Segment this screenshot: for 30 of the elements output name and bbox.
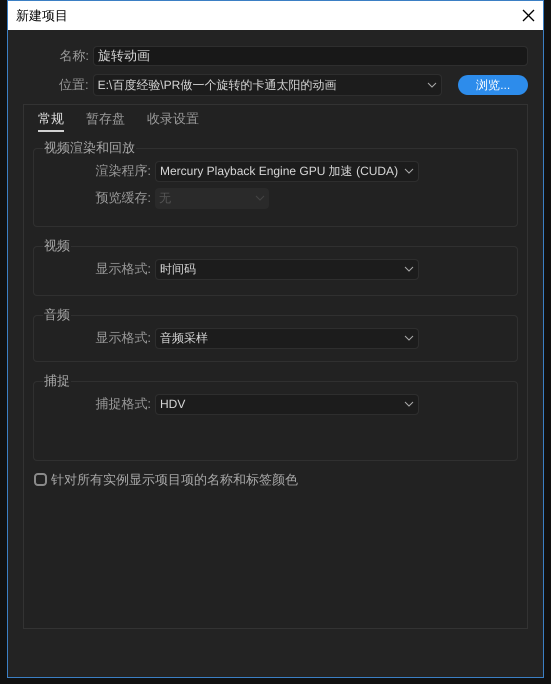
dropdown[interactable]: 时间码 <box>155 258 419 280</box>
group-title: 捕捉 <box>43 372 71 388</box>
close-icon[interactable] <box>522 9 535 22</box>
dropdown[interactable]: 音频采样 <box>155 328 419 348</box>
checkbox[interactable] <box>34 472 47 486</box>
field-label: 预览缓存: <box>94 189 151 208</box>
field-label: 显示格式: <box>94 260 151 278</box>
field-label: 渲染程序: <box>94 162 151 180</box>
group-title: 视频渲染和回放 <box>43 140 136 156</box>
tab[interactable]: 收录设置 <box>147 109 199 132</box>
chevron-down-icon <box>427 82 438 88</box>
checkbox-label: 针对所有实例显示项目项的名称和标签颜色 <box>51 470 298 488</box>
chevron-down-icon <box>404 335 414 341</box>
group-title: 音频 <box>43 306 71 322</box>
location-label: 位置: <box>58 76 89 94</box>
window-title: 新建项目 <box>16 6 68 25</box>
chevron-down-icon <box>404 401 414 407</box>
group-title: 视频 <box>43 238 71 254</box>
chevron-down-icon <box>404 266 414 272</box>
tab[interactable]: 暂存盘 <box>86 109 125 132</box>
dropdown[interactable]: HDV <box>155 394 419 414</box>
name-label: 名称: <box>58 47 89 66</box>
chevron-down-icon <box>255 195 265 201</box>
tab[interactable]: 常规 <box>38 109 64 132</box>
field-label: 捕捉格式: <box>94 395 151 414</box>
name-field[interactable]: 旋转动画 <box>93 46 528 66</box>
field-label: 显示格式: <box>94 329 151 348</box>
dropdown[interactable]: Mercury Playback Engine GPU 加速 (CUDA) <box>155 160 419 182</box>
location-dropdown[interactable]: E:\百度经验\PR做一个旋转的卡通太阳的动画 <box>92 74 442 96</box>
chevron-down-icon <box>404 168 414 174</box>
